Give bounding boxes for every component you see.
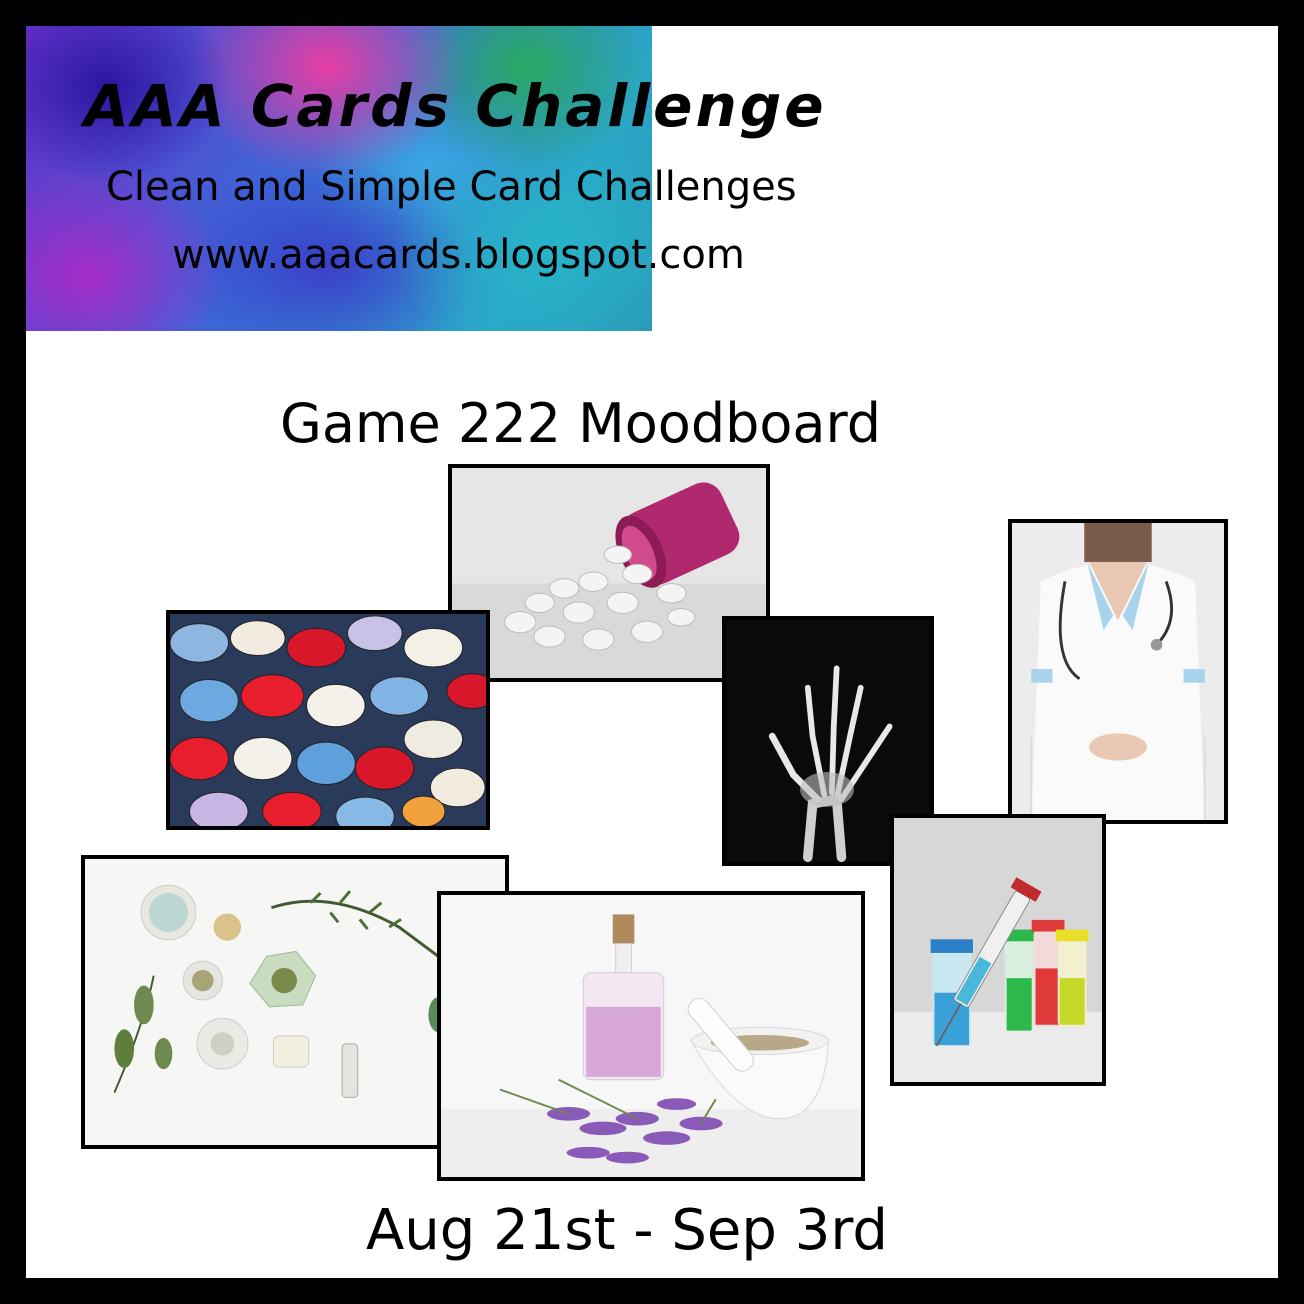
moodboard-heading: Game 222 Moodboard (280, 392, 882, 455)
header-url: www.aaacards.blogspot.com (172, 232, 745, 278)
header-subtitle: Clean and Simple Card Challenges (106, 164, 797, 210)
photo-lavender-mortar (437, 891, 865, 1181)
moodboard-canvas: AAA Cards Challenge Clean and Simple Car… (26, 26, 1278, 1278)
challenge-dates: Aug 21st - Sep 3rd (366, 1198, 888, 1263)
photo-nurse (1008, 519, 1228, 824)
header-title: AAA Cards Challenge (84, 72, 827, 140)
photo-colorful-pills (166, 610, 490, 830)
black-frame: AAA Cards Challenge Clean and Simple Car… (0, 0, 1304, 1304)
photo-syringe-vials (890, 814, 1106, 1086)
